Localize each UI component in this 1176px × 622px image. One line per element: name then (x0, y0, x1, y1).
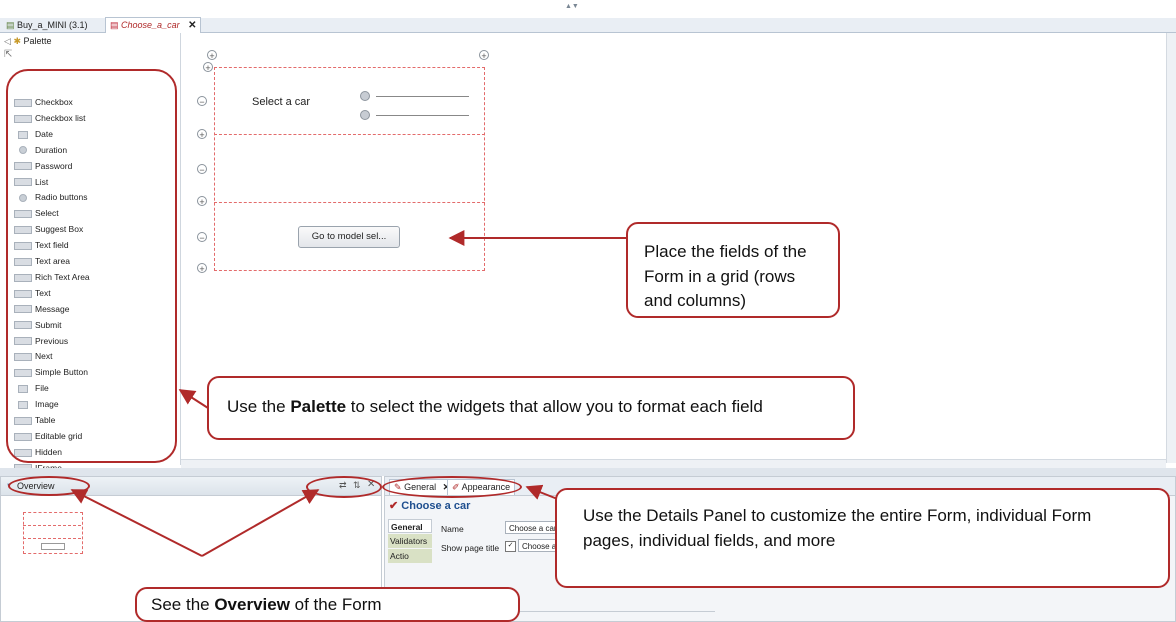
details-tabs-highlight (382, 476, 522, 498)
pointer-tool-icon[interactable]: ⇱ (4, 49, 12, 60)
add-row-icon[interactable]: + (197, 263, 207, 274)
radio-field-label[interactable]: Select a car (252, 96, 310, 108)
form-icon: ✔ (389, 500, 399, 512)
name-label: Name (441, 524, 464, 534)
tab-choose-a-car[interactable]: ▤ Choose_a_car ✕ (105, 17, 202, 33)
add-column-icon[interactable]: + (203, 62, 213, 73)
vertical-scrollbar[interactable] (1166, 33, 1176, 463)
radio-option-line (376, 96, 469, 97)
details-title: ✔ Choose a car (389, 499, 470, 512)
collapse-icon[interactable]: ◁ (4, 36, 11, 46)
show-page-title-label: Show page title (441, 543, 500, 553)
grid-row-separator (214, 134, 485, 135)
remove-row-icon[interactable]: − (197, 96, 207, 107)
side-tab-general[interactable]: General (388, 519, 432, 533)
remove-row-icon[interactable]: − (197, 232, 207, 243)
overview-callout-bold: Overview (214, 595, 290, 614)
overview-callout-prefix: See the (151, 595, 215, 614)
tab-label: Choose_a_car (121, 20, 180, 30)
process-icon: ▤ (6, 20, 15, 30)
form-icon: ▤ (110, 20, 119, 30)
details-callout-text: Use the Details Panel to customize the e… (583, 506, 1092, 550)
radio-option-line (376, 115, 469, 116)
palette-header[interactable]: ◁ ✱ Palette (4, 36, 52, 47)
overview-row-line (23, 538, 81, 539)
add-column-icon[interactable]: + (479, 50, 489, 61)
details-title-text: Choose a car (401, 500, 471, 512)
panel-splitter[interactable] (0, 468, 1176, 476)
close-tab-icon[interactable]: ✕ (188, 20, 196, 31)
grid-row-separator (214, 202, 485, 203)
overview-callout: See the Overview of the Form (135, 587, 520, 622)
overview-row-line (23, 525, 81, 526)
go-to-model-button[interactable]: Go to model sel... (298, 226, 400, 248)
palette-callout-prefix: Use the (227, 397, 291, 416)
grid-callout: Place the fields of the Form in a grid (… (626, 222, 840, 318)
side-tab-actions[interactable]: Actio (388, 549, 432, 563)
radio-option-icon[interactable] (360, 110, 370, 120)
overview-callout-suffix: of the Form (289, 595, 382, 614)
palette-highlight (6, 69, 177, 463)
tab-buy-a-mini[interactable]: ▤ Buy_a_MINI (3.1) (2, 18, 92, 32)
add-row-icon[interactable]: + (207, 50, 217, 61)
radio-option-icon[interactable] (360, 91, 370, 101)
palette-title: Palette (23, 36, 52, 46)
overview-button-thumb (41, 543, 65, 550)
tab-label: Buy_a_MINI (3.1) (17, 20, 88, 30)
overview-title-highlight (8, 476, 90, 496)
show-page-title-checkbox[interactable]: ✓ (505, 541, 516, 552)
editor-tab-bar: ▤ Buy_a_MINI (3.1) ▤ Choose_a_car ✕ (0, 17, 1176, 33)
details-callout: Use the Details Panel to customize the e… (555, 488, 1170, 588)
remove-row-icon[interactable]: − (197, 164, 207, 175)
overview-toolbar-highlight (306, 476, 382, 498)
grid-callout-text: Place the fields of the Form in a grid (… (644, 242, 807, 311)
maximize-arrows-icon[interactable]: ▲▼ (565, 3, 579, 10)
palette-callout: Use the Palette to select the widgets th… (207, 376, 855, 440)
palette-callout-suffix: to select the widgets that allow you to … (346, 397, 763, 416)
palette-callout-bold: Palette (290, 397, 347, 416)
side-tab-validators[interactable]: Validators (388, 534, 432, 548)
add-row-icon[interactable]: + (197, 196, 207, 207)
palette-icon: ✱ (13, 36, 21, 46)
add-row-icon[interactable]: + (197, 129, 207, 140)
